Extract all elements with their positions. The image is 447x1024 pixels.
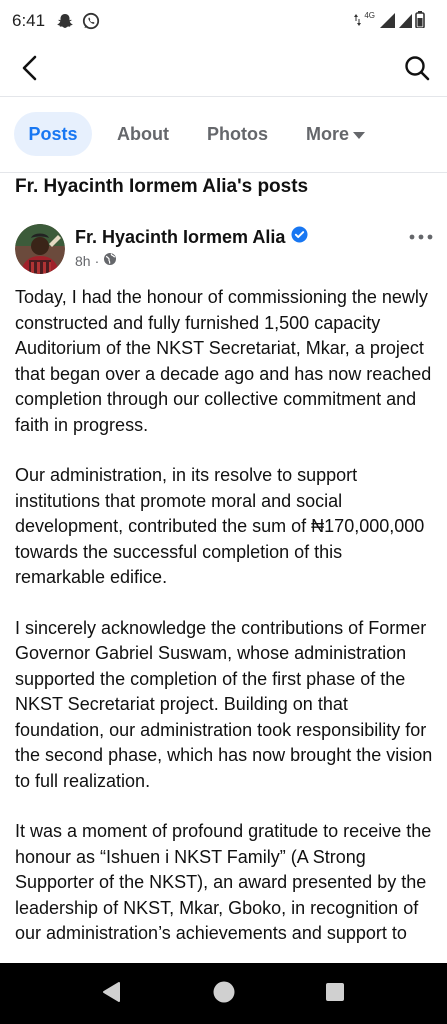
status-icons: 4G: [354, 11, 425, 33]
data-arrows-icon: [354, 13, 362, 32]
app-bar: [0, 44, 447, 97]
signal-icon: [379, 12, 395, 33]
tab-photos[interactable]: Photos: [207, 112, 268, 156]
section-title: Fr. Hyacinth Iormem Alia's posts: [15, 176, 309, 197]
tab-more[interactable]: More: [306, 112, 366, 156]
signal-icon: [398, 12, 412, 33]
status-bar: 6:41 4G: [0, 0, 447, 44]
home-circle-icon: [212, 980, 236, 1009]
avatar[interactable]: [15, 224, 65, 274]
verified-badge-icon: [291, 226, 308, 248]
snapchat-ghost-icon: [56, 12, 74, 35]
tab-more-label: More: [306, 124, 350, 144]
post-meta: 8h ·: [75, 252, 117, 269]
recents-square-icon: [325, 982, 345, 1007]
search-button[interactable]: [403, 55, 431, 86]
tab-posts[interactable]: Posts: [14, 112, 92, 156]
meta-separator: ·: [94, 252, 100, 269]
nav-recents-button[interactable]: [321, 980, 349, 1008]
post-time[interactable]: 8h: [75, 253, 91, 269]
profile-tabs: Posts About Photos More: [0, 96, 447, 173]
post-author-name[interactable]: Fr. Hyacinth Iormem Alia: [75, 227, 285, 248]
more-dots-icon: [409, 227, 433, 245]
nav-home-button[interactable]: [210, 980, 238, 1008]
post-body: Today, I had the honour of commissioning…: [15, 285, 435, 972]
caret-down-icon: [353, 112, 366, 156]
whatsapp-icon: [82, 12, 100, 35]
search-icon: [404, 55, 430, 86]
nav-back-button[interactable]: [97, 980, 125, 1008]
globe-icon: [103, 252, 117, 269]
back-triangle-icon: [101, 981, 121, 1008]
network-type: 4G: [364, 11, 375, 20]
post-author-row: Fr. Hyacinth Iormem Alia: [75, 226, 308, 248]
system-nav-bar: [0, 963, 447, 1024]
post-paragraph: Today, I had the honour of commissioning…: [15, 287, 432, 435]
status-time: 6:41: [12, 11, 46, 30]
post-paragraph: Our administration, in its resolve to su…: [15, 465, 425, 587]
tab-about[interactable]: About: [117, 112, 169, 156]
post-options-button[interactable]: [407, 226, 435, 246]
post-paragraph: It was a moment of profound gratitude to…: [15, 821, 432, 943]
back-arrow-icon: [20, 55, 40, 86]
battery-icon: [415, 11, 425, 33]
post-paragraph: I sincerely acknowledge the contribution…: [15, 617, 433, 791]
back-button[interactable]: [16, 55, 44, 86]
